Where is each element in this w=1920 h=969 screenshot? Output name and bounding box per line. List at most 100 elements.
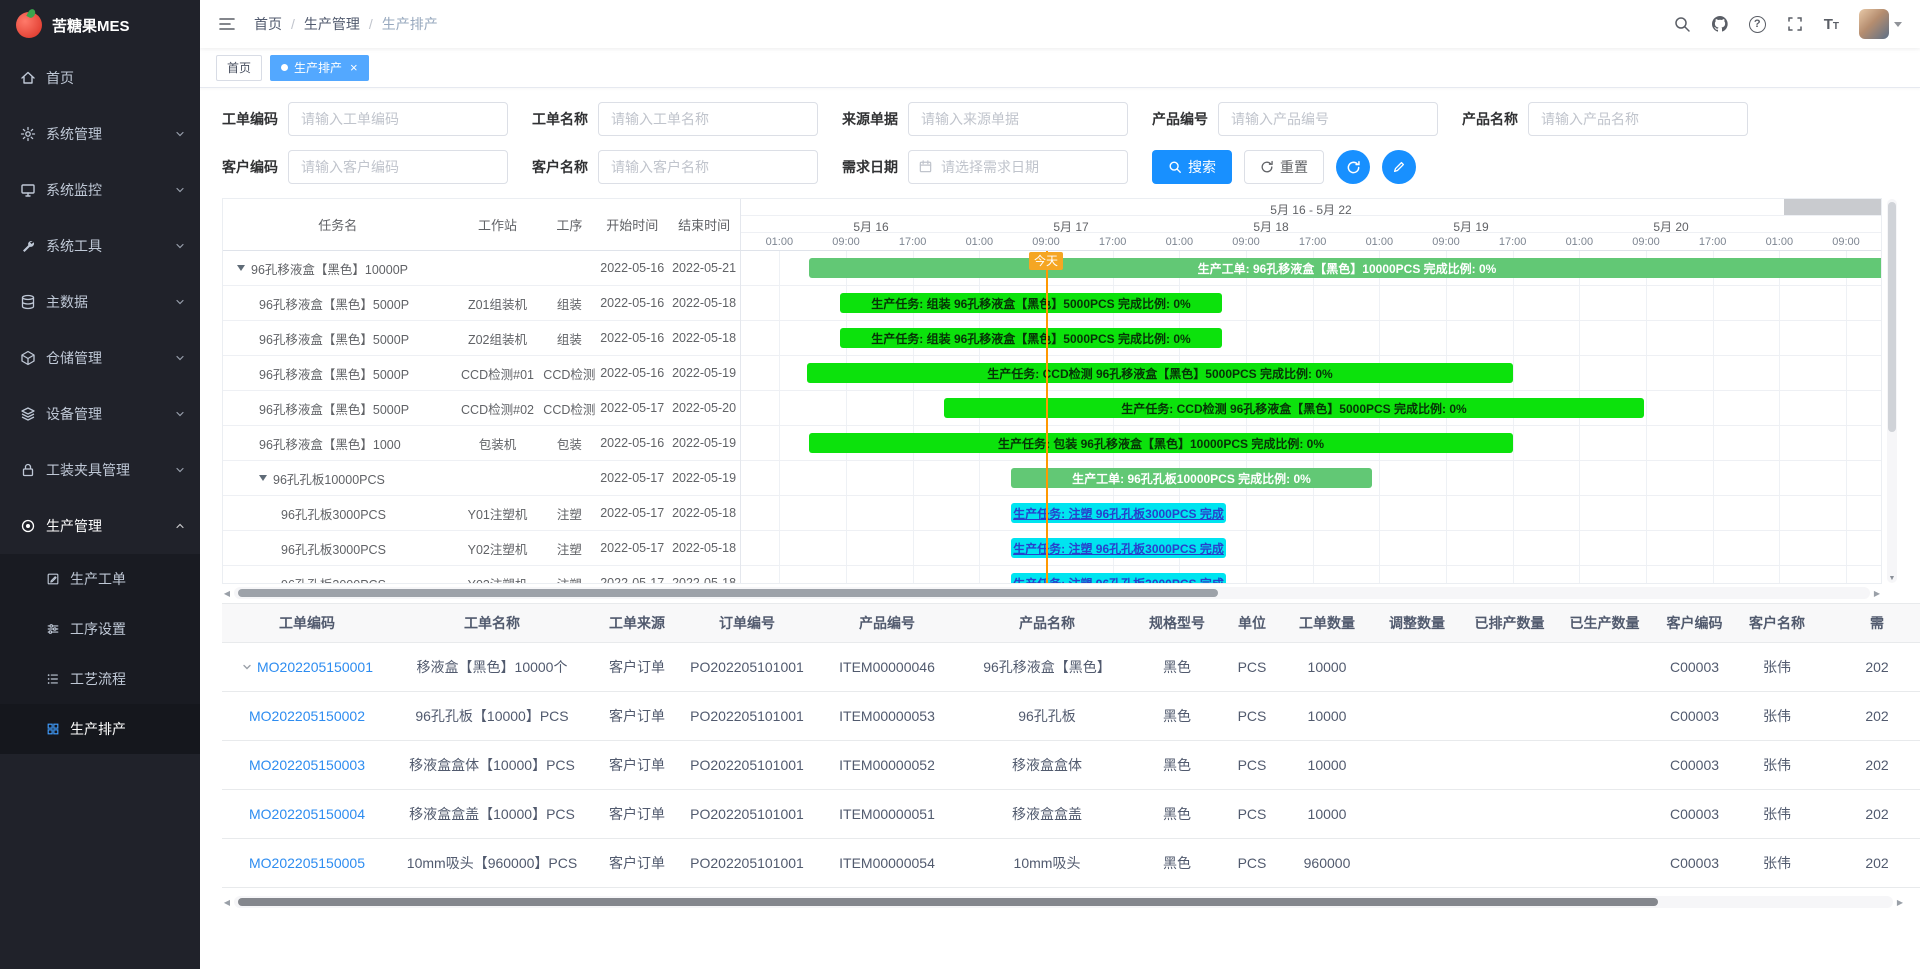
scroll-left-arrow-icon[interactable]: ◀ [222,589,232,598]
edit-button[interactable] [1382,150,1416,184]
user-menu[interactable] [1859,9,1902,39]
gantt-bar[interactable]: 生产任务: CCD检测 96孔移液盒【黑色】5000PCS 完成比例: 0% [807,363,1513,383]
demand-date-input[interactable] [908,150,1128,184]
table-cell: MO202205150003 [222,741,392,789]
gantt-task-row[interactable]: 96孔移液盒【黑色】5000PCCD检测#01CCD检测2022-05-1620… [223,356,740,391]
refresh-button[interactable] [1336,150,1370,184]
sidebar-item-system-mgmt[interactable]: 系统管理 [0,106,200,162]
work-order-link[interactable]: MO202205150003 [249,757,365,773]
scrollbar-track[interactable] [234,587,1870,599]
sidebar-item-process-settings[interactable]: 工序设置 [0,604,200,654]
hour-label: 09:00 [832,236,860,248]
customer-name-input[interactable] [598,150,818,184]
table-cell: C00003 [1652,692,1737,740]
gantt-bar[interactable]: 生产任务: 组装 96孔移液盒【黑色】5000PCS 完成比例: 0% [840,328,1222,348]
scrollbar-thumb[interactable] [238,589,1218,597]
gantt-vertical-scrollbar[interactable]: ▼ [1887,199,1897,583]
start-time-cell: 2022-05-17 [596,531,668,565]
work-order-name-input[interactable] [598,102,818,136]
hamburger-icon[interactable] [218,15,236,33]
table-row[interactable]: MO202205150001移液盒【黑色】10000个客户订单PO2022051… [222,643,1920,692]
work-order-link[interactable]: MO202205150005 [249,855,365,871]
breadcrumb-home[interactable]: 首页 [254,14,282,34]
sidebar-item-system-tools[interactable]: 系统工具 [0,218,200,274]
scrollbar-thumb[interactable] [238,898,1658,906]
customer-code-input[interactable] [288,150,508,184]
gantt-task-row[interactable]: 96孔移液盒【黑色】10000P2022-05-162022-05-21 [223,251,740,286]
table-row[interactable]: MO202205150004移液盒盒盖【10000】PCS客户订单PO20220… [222,790,1920,839]
gantt-task-row[interactable]: 96孔孔板3000PCSY03注塑机注塑2022-05-172022-05-18 [223,566,740,583]
sidebar-item-fixtures[interactable]: 工装夹具管理 [0,442,200,498]
table-cell: ITEM00000054 [812,839,962,887]
reset-button[interactable]: 重置 [1244,150,1324,184]
gantt-task-row[interactable]: 96孔移液盒【黑色】5000PCCD检测#02CCD检测2022-05-1720… [223,391,740,426]
gantt-bar[interactable]: 生产任务: 注塑 96孔孔板3000PCS 完成 [1011,538,1226,558]
hour-label: 17:00 [1099,236,1127,248]
sidebar-item-label: 首页 [46,68,74,88]
gantt-task-row[interactable]: 96孔移液盒【黑色】5000PZ02组装机组装2022-05-162022-05… [223,321,740,356]
task-name: 96孔移液盒【黑色】5000P [259,399,409,418]
gantt-bar[interactable]: 生产工单: 96孔孔板10000PCS 完成比例: 0% [1011,468,1372,488]
table-cell: 96孔孔板【10000】PCS [392,692,592,740]
table-column-header: 已排产数量 [1462,604,1557,642]
search-button[interactable]: 搜索 [1152,150,1232,184]
sidebar-item-master-data[interactable]: 主数据 [0,274,200,330]
help-icon[interactable]: ? [1749,16,1766,33]
gantt-task-row[interactable]: 96孔移液盒【黑色】5000PZ01组装机组装2022-05-162022-05… [223,286,740,321]
app-logo[interactable]: 苦糖果MES [0,0,200,50]
search-icon[interactable] [1673,15,1691,33]
scrollbar-track[interactable] [234,896,1893,908]
gantt-bar[interactable]: 生产任务: 注塑 96孔孔板3000PCS 完成 [1011,503,1226,523]
table-horizontal-scrollbar[interactable]: ◀ ▶ [222,896,1905,908]
avatar[interactable] [1859,9,1889,39]
gantt-bar[interactable]: 生产任务: 组装 96孔移液盒【黑色】5000PCS 完成比例: 0% [840,293,1222,313]
expand-caret-icon[interactable] [241,661,253,673]
font-size-icon[interactable]: TT [1824,17,1839,32]
sidebar-item-scheduling[interactable]: 生产排产 [0,704,200,754]
gantt-bar[interactable]: 生产任务: 包装 96孔移液盒【黑色】10000PCS 完成比例: 0% [809,433,1513,453]
process-cell: 注塑 [542,496,596,530]
table-row[interactable]: MO202205150003移液盒盒体【10000】PCS客户订单PO20220… [222,741,1920,790]
table-cell: 客户订单 [592,839,682,887]
scroll-right-arrow-icon[interactable]: ▶ [1872,589,1882,598]
gantt-task-row[interactable]: 96孔孔板10000PCS2022-05-172022-05-19 [223,461,740,496]
scroll-right-arrow-icon[interactable]: ▶ [1895,898,1905,907]
sidebar-item-production[interactable]: 生产管理 [0,498,200,554]
work-order-link[interactable]: MO202205150004 [249,806,365,822]
breadcrumb-production[interactable]: 生产管理 [304,14,360,34]
github-icon[interactable] [1711,15,1729,33]
work-order-link[interactable]: MO202205150002 [249,708,365,724]
gantt-bar[interactable]: 生产任务: CCD检测 96孔移液盒【黑色】5000PCS 完成比例: 0% [944,398,1644,418]
expand-triangle-icon[interactable] [237,265,245,271]
product-code-input[interactable] [1218,102,1438,136]
gantt-task-row[interactable]: 96孔孔板3000PCSY02注塑机注塑2022-05-172022-05-18 [223,531,740,566]
close-icon[interactable]: × [350,60,358,75]
gantt-bar[interactable]: 生产任务: 注塑 96孔孔板3000PCS 完成 [1011,573,1226,583]
tab-home[interactable]: 首页 [216,55,262,81]
table-row[interactable]: MO20220515000510mm吸头【960000】PCS客户订单PO202… [222,839,1920,888]
work-order-link[interactable]: MO202205150001 [257,659,373,675]
sidebar-item-warehouse[interactable]: 仓储管理 [0,330,200,386]
table-row[interactable]: MO20220515000296孔孔板【10000】PCS客户订单PO20220… [222,692,1920,741]
expand-triangle-icon[interactable] [259,475,267,481]
gantt-bar[interactable]: 生产工单: 96孔移液盒【黑色】10000PCS 完成比例: 0% [809,258,1881,278]
sidebar-item-equipment[interactable]: 设备管理 [0,386,200,442]
product-name-input[interactable] [1528,102,1748,136]
scroll-down-arrow-icon[interactable]: ▼ [1887,575,1897,582]
breadcrumb-current: 生产排产 [382,14,438,34]
tab-scheduling[interactable]: 生产排产 × [270,55,369,81]
fullscreen-icon[interactable] [1786,15,1804,33]
sidebar-item-process-flow[interactable]: 工艺流程 [0,654,200,704]
sidebar-item-work-orders[interactable]: 生产工单 [0,554,200,604]
source-doc-input[interactable] [908,102,1128,136]
scroll-left-arrow-icon[interactable]: ◀ [222,898,232,907]
gantt-task-row[interactable]: 96孔孔板3000PCSY01注塑机注塑2022-05-172022-05-18 [223,496,740,531]
sidebar-item-label: 设备管理 [46,404,102,424]
table-cell: PCS [1222,839,1282,887]
gantt-task-row[interactable]: 96孔移液盒【黑色】1000包装机包装2022-05-162022-05-19 [223,426,740,461]
scrollbar-thumb[interactable] [1888,202,1896,432]
gantt-horizontal-scrollbar[interactable]: ◀ ▶ [222,587,1882,599]
work-order-code-input[interactable] [288,102,508,136]
sidebar-item-system-monitor[interactable]: 系统监控 [0,162,200,218]
sidebar-item-home[interactable]: 首页 [0,50,200,106]
